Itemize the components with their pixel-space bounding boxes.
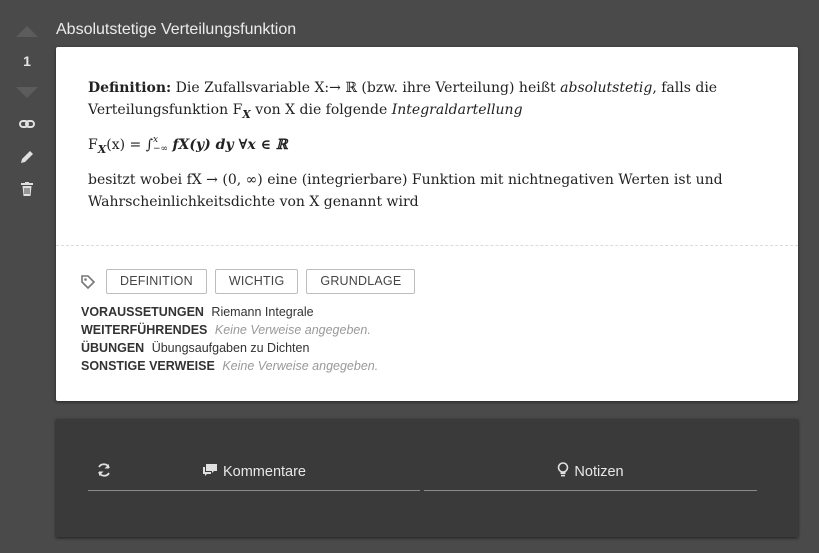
ref-weiterfuehrendes: WEITERFÜHRENDES Keine Verweise angegeben… (81, 323, 371, 337)
tag-wichtig[interactable]: WICHTIG (214, 269, 299, 294)
content-card: Definition: Die Zufallsvariable X:→ ℝ (b… (56, 47, 798, 401)
f-symbol: FX (232, 102, 251, 121)
reference-list: VORAUSSETUNGEN Riemann Integrale WEITERF… (81, 303, 378, 375)
ref-sonstige: SONSTIGE VERWEISE Keine Verweise angegeb… (81, 359, 379, 373)
tab-notes-label: Notizen (574, 463, 624, 480)
tab-comments[interactable]: Kommentare (88, 453, 420, 491)
tag-icon (80, 274, 96, 290)
divider (56, 245, 798, 246)
definition-paragraph: Definition: Die Zufallsvariable X:→ ℝ (b… (88, 77, 768, 126)
vote-count: 1 (23, 53, 31, 69)
definition-term: absolutstetig (560, 80, 653, 96)
pencil-icon[interactable] (18, 148, 36, 166)
definition-formula: FX(x) = ∫ x −∞ fX(y) dy ∀x ∈ ℝ (88, 134, 288, 156)
discussion-panel: Kommentare Notizen (56, 419, 798, 537)
comments-icon (202, 463, 218, 480)
ref-voraussetungen: VORAUSSETUNGEN Riemann Integrale (81, 305, 314, 319)
trash-icon[interactable] (18, 180, 36, 198)
definition-label: Definition: (88, 80, 172, 96)
tab-notes[interactable]: Notizen (424, 453, 757, 491)
tab-comments-label: Kommentare (222, 463, 306, 480)
tag-definition[interactable]: DEFINITION (106, 269, 207, 294)
ref-link-uebungen[interactable]: Übungsaufgaben zu Dichten (152, 341, 310, 355)
definition-text-3: von X die folgende (255, 102, 388, 118)
tag-list: DEFINITION WICHTIG GRUNDLAGE (80, 269, 416, 294)
upvote-arrow-icon[interactable] (16, 26, 38, 37)
ref-link-riemann[interactable]: Riemann Integrale (211, 305, 313, 319)
downvote-arrow-icon[interactable] (16, 87, 38, 98)
definition-paragraph-2: besitzt wobei fX → (0, ∞) eine (integrie… (88, 171, 723, 210)
link-icon[interactable] (18, 115, 36, 133)
definition-text-1: Die Zufallsvariable X:→ ℝ (bzw. ihre Ver… (175, 80, 556, 96)
ref-uebungen: ÜBUNGEN Übungsaufgaben zu Dichten (81, 341, 310, 355)
lightbulb-icon (557, 462, 569, 481)
definition-term-2: Integraldartellung (391, 102, 523, 118)
tag-grundlage[interactable]: GRUNDLAGE (306, 269, 416, 294)
definition-body: Definition: Die Zufallsvariable X:→ ℝ (b… (88, 77, 768, 221)
page-title: Absolutstetige Verteilungsfunktion (56, 21, 297, 38)
